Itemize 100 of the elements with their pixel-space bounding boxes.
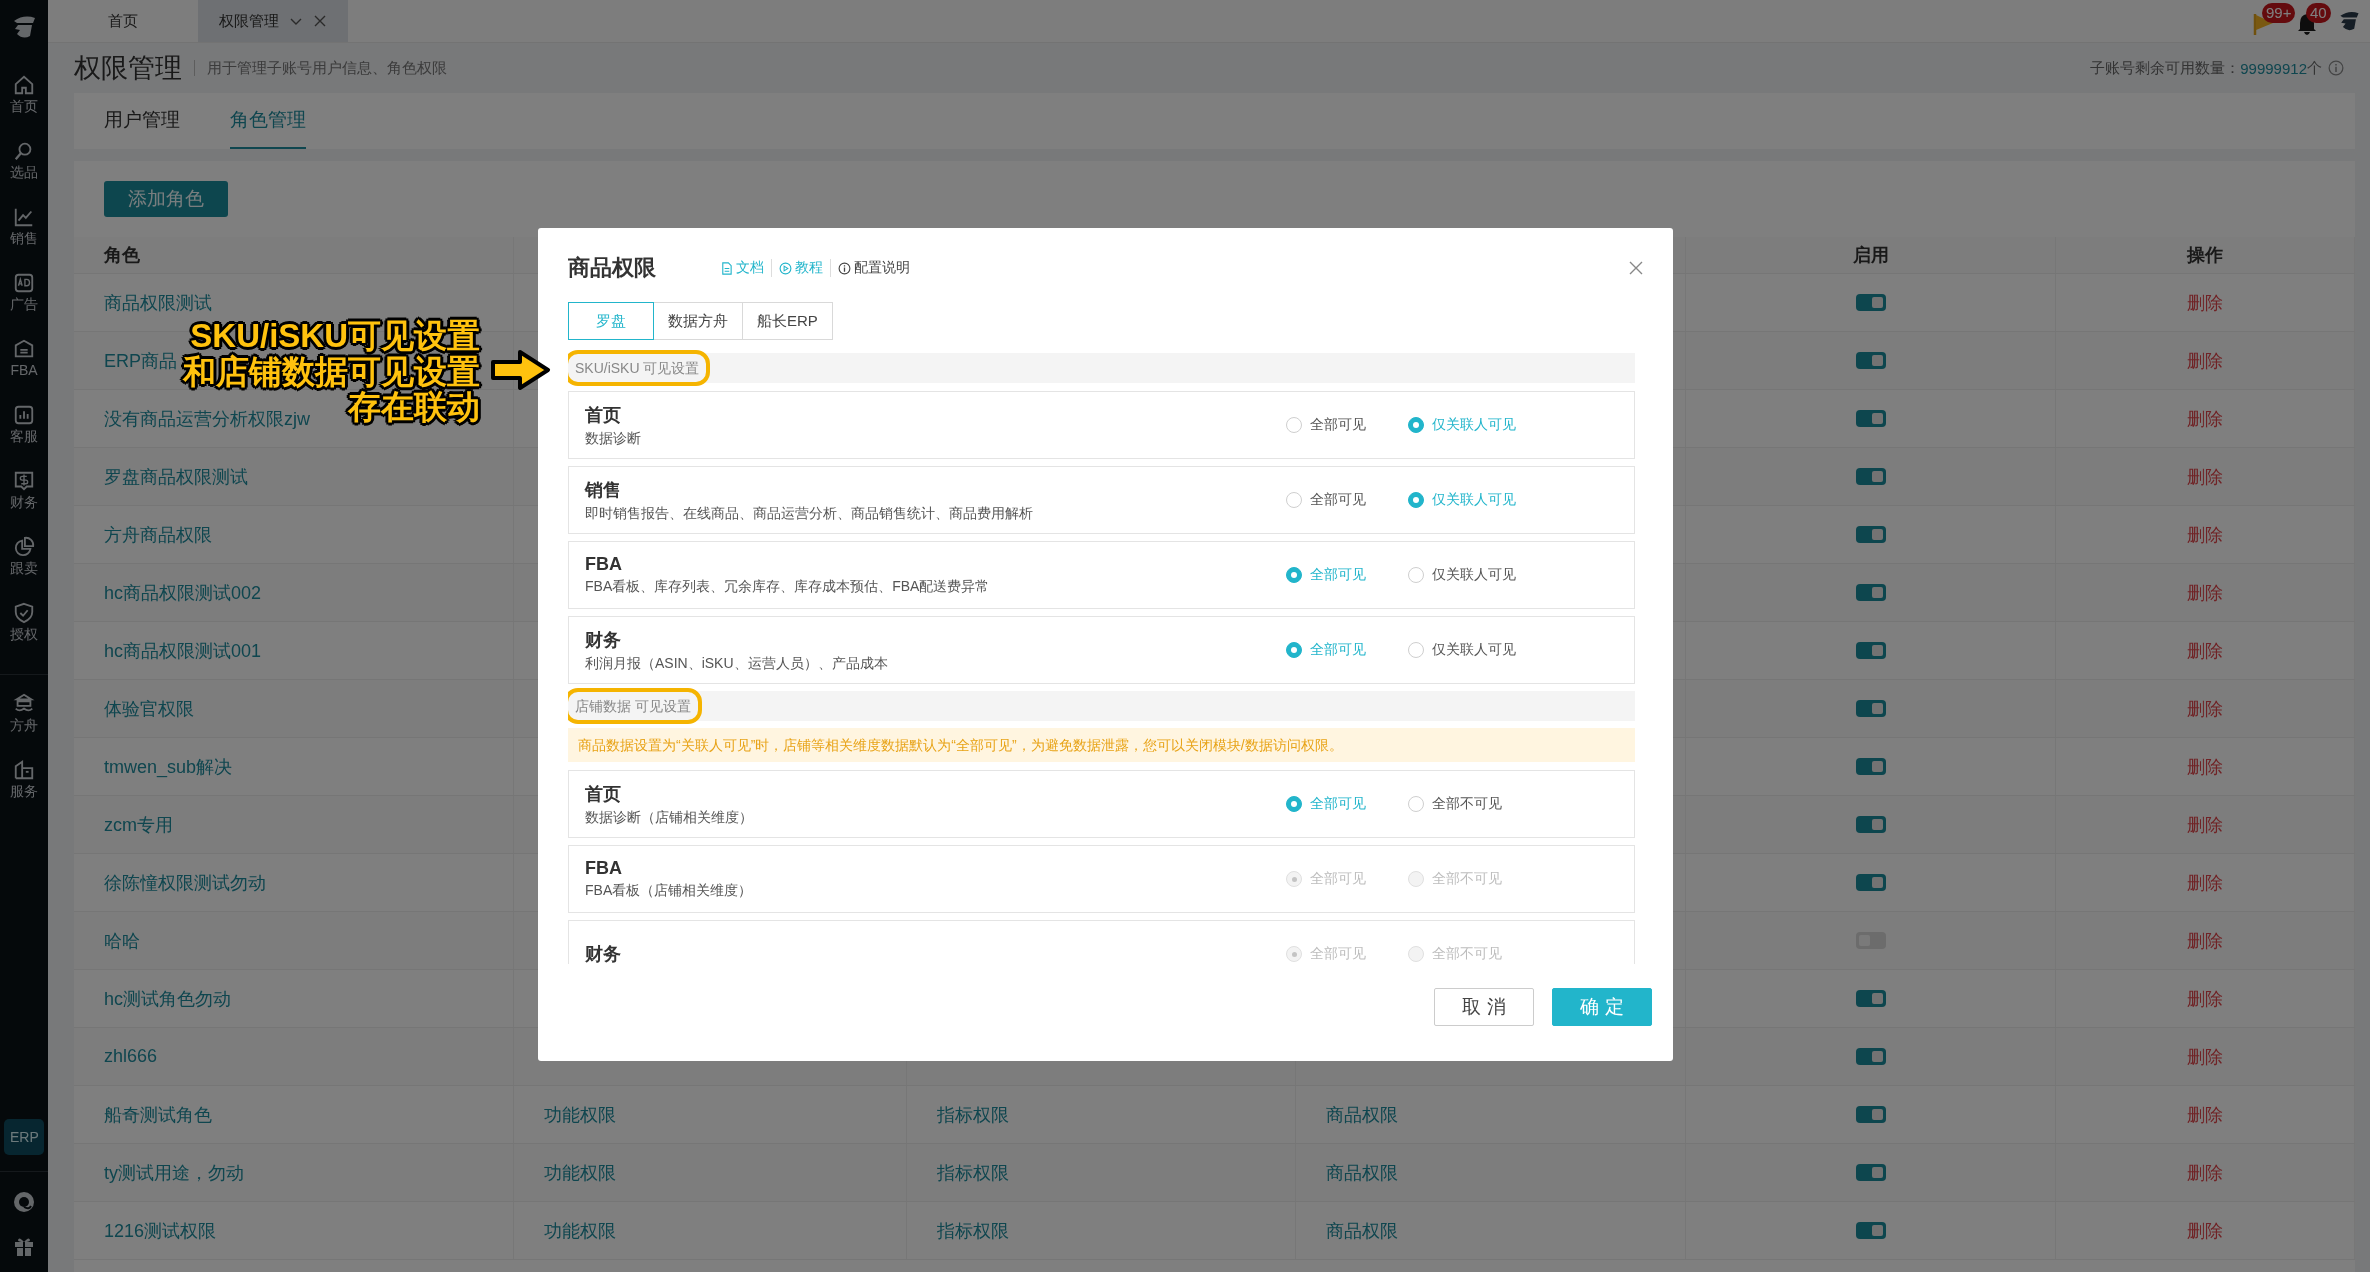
permission-link[interactable]: 商品权限: [1326, 1160, 1398, 1185]
radio-option[interactable]: 全部可见: [1286, 566, 1408, 584]
sidebar-item[interactable]: 销售: [0, 202, 48, 262]
role-link[interactable]: hc测试角色勿动: [104, 986, 231, 1011]
delete-link[interactable]: 删除: [2187, 986, 2223, 1011]
radio-button[interactable]: [1408, 642, 1424, 658]
page-tab[interactable]: 首页: [48, 0, 198, 42]
delete-link[interactable]: 删除: [2187, 1218, 2223, 1243]
confirm-button[interactable]: 确定: [1552, 988, 1652, 1026]
toggle-switch[interactable]: [1855, 700, 1886, 717]
sidebar-item[interactable]: FBA: [0, 334, 48, 394]
permission-link[interactable]: 商品权限: [1326, 1218, 1398, 1243]
role-link[interactable]: ty测试用途，勿动: [104, 1160, 244, 1185]
tab[interactable]: 数据方舟: [653, 302, 743, 340]
radio-button[interactable]: [1286, 642, 1302, 658]
tab[interactable]: 用户管理: [104, 93, 180, 149]
radio-button[interactable]: [1286, 492, 1302, 508]
toggle-switch[interactable]: [1855, 1164, 1886, 1181]
role-link[interactable]: ERP商品: [104, 348, 177, 373]
toggle-switch[interactable]: [1855, 526, 1886, 543]
delete-link[interactable]: 删除: [2187, 1044, 2223, 1069]
radio-button[interactable]: [1408, 417, 1424, 433]
permission-link[interactable]: 指标权限: [937, 1102, 1009, 1127]
page-tab[interactable]: 权限管理: [198, 0, 348, 42]
radio-option[interactable]: 全部可见: [1286, 795, 1408, 813]
toggle-switch[interactable]: [1855, 990, 1886, 1007]
delete-link[interactable]: 删除: [2187, 522, 2223, 547]
sidebar-item[interactable]: 授权: [0, 598, 48, 658]
delete-link[interactable]: 删除: [2187, 870, 2223, 895]
toggle-switch[interactable]: [1855, 816, 1886, 833]
permission-link[interactable]: 功能权限: [544, 1102, 616, 1127]
delete-link[interactable]: 删除: [2187, 464, 2223, 489]
role-link[interactable]: 方舟商品权限: [104, 522, 212, 547]
close-button[interactable]: [1627, 259, 1645, 277]
sidebar-item[interactable]: 客服: [0, 400, 48, 460]
toggle-switch[interactable]: [1855, 874, 1886, 891]
toggle-switch[interactable]: [1855, 758, 1886, 775]
tab[interactable]: 罗盘: [568, 302, 654, 340]
cancel-button[interactable]: 取消: [1434, 988, 1534, 1026]
role-link[interactable]: hc商品权限测试002: [104, 580, 262, 605]
toggle-switch[interactable]: [1855, 410, 1886, 427]
radio-button[interactable]: [1286, 567, 1302, 583]
delete-link[interactable]: 删除: [2187, 290, 2223, 315]
permission-link[interactable]: 功能权限: [544, 1160, 616, 1185]
close-icon[interactable]: [313, 14, 327, 28]
radio-option[interactable]: 全部不可见: [1408, 795, 1530, 813]
sidebar-item[interactable]: 财务: [0, 466, 48, 526]
delete-link[interactable]: 删除: [2187, 406, 2223, 431]
role-link[interactable]: zhl666: [104, 1046, 158, 1067]
sidebar-item[interactable]: 方舟: [0, 689, 48, 749]
role-link[interactable]: 体验官权限: [104, 696, 194, 721]
toggle-switch[interactable]: [1855, 468, 1886, 485]
tab[interactable]: 角色管理: [230, 93, 306, 149]
delete-link[interactable]: 删除: [2187, 754, 2223, 779]
role-link[interactable]: 罗盘商品权限测试: [104, 464, 248, 489]
delete-link[interactable]: 删除: [2187, 638, 2223, 663]
delete-link[interactable]: 删除: [2187, 580, 2223, 605]
role-link[interactable]: tmwen_sub解决: [104, 754, 233, 779]
toggle-switch[interactable]: [1855, 642, 1886, 659]
info-icon[interactable]: [2328, 60, 2344, 76]
permission-link[interactable]: 指标权限: [937, 1218, 1009, 1243]
toggle-switch[interactable]: [1855, 1106, 1886, 1123]
sidebar-item[interactable]: 首页: [0, 70, 48, 130]
add-role-button[interactable]: 添加角色: [104, 181, 228, 217]
radio-button[interactable]: [1286, 417, 1302, 433]
radio-option[interactable]: 仅关联人可见: [1408, 641, 1530, 659]
help-link[interactable]: 教程: [771, 259, 830, 277]
permission-link[interactable]: 功能权限: [544, 1218, 616, 1243]
role-link[interactable]: 哈哈: [104, 928, 140, 953]
radio-option[interactable]: 全部可见: [1286, 641, 1408, 659]
radio-button[interactable]: [1408, 796, 1424, 812]
toggle-switch[interactable]: [1855, 352, 1886, 369]
role-link[interactable]: 1216测试权限: [104, 1218, 217, 1243]
delete-link[interactable]: 删除: [2187, 696, 2223, 721]
toggle-switch[interactable]: [1855, 294, 1886, 311]
erp-button[interactable]: ERP: [4, 1119, 44, 1155]
role-link[interactable]: 商品权限测试: [104, 290, 212, 315]
tab[interactable]: 船长ERP: [742, 302, 833, 340]
radio-option[interactable]: 仅关联人可见: [1408, 566, 1530, 584]
radio-button[interactable]: [1408, 567, 1424, 583]
radio-option[interactable]: 全部可见: [1286, 491, 1408, 509]
radio-button[interactable]: [1286, 796, 1302, 812]
sidebar-item[interactable]: 广告: [0, 268, 48, 328]
radio-option[interactable]: 仅关联人可见: [1408, 416, 1530, 434]
radio-button[interactable]: [1408, 492, 1424, 508]
toggle-switch[interactable]: [1855, 1222, 1886, 1239]
toggle-switch[interactable]: [1855, 584, 1886, 601]
sidebar-item[interactable]: 服务: [0, 755, 48, 815]
sidebar-item[interactable]: 跟卖: [0, 532, 48, 592]
sidebar-item[interactable]: 选品: [0, 136, 48, 196]
radio-option[interactable]: 仅关联人可见: [1408, 491, 1530, 509]
role-link[interactable]: zcm专用: [104, 812, 173, 837]
delete-link[interactable]: 删除: [2187, 812, 2223, 837]
help-link[interactable]: 配置说明: [830, 259, 917, 277]
role-link[interactable]: 徐陈憧权限测试勿动: [104, 870, 266, 895]
help-link[interactable]: 文档: [720, 259, 771, 277]
role-link[interactable]: hc商品权限测试001: [104, 638, 262, 663]
radio-option[interactable]: 全部可见: [1286, 416, 1408, 434]
delete-link[interactable]: 删除: [2187, 928, 2223, 953]
permission-link[interactable]: 指标权限: [937, 1160, 1009, 1185]
